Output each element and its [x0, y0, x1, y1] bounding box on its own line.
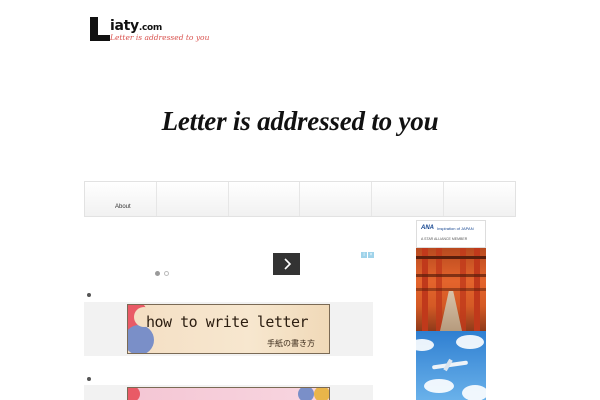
slider-pagination — [155, 271, 169, 276]
sidebar-ad[interactable]: ANA Inspiration of JAPAN A STAR ALLIANCE… — [416, 220, 486, 400]
ad-image-airplane — [416, 331, 486, 400]
nav-item-3[interactable] — [229, 182, 301, 216]
ad-header: ANA Inspiration of JAPAN A STAR ALLIANCE… — [416, 220, 486, 248]
site-title[interactable]: Letter is addressed to you — [0, 106, 600, 137]
slider-next-button[interactable] — [273, 253, 300, 275]
logo-tagline: Letter is addressed to you — [110, 33, 210, 42]
nav-item-2[interactable] — [157, 182, 229, 216]
slider-dot-1[interactable] — [155, 271, 160, 276]
banner-title: how to write letter — [146, 313, 309, 331]
ad-choices-icon[interactable]: i× — [361, 252, 374, 258]
list-bullet — [87, 293, 91, 297]
slider-dot-2[interactable] — [164, 271, 169, 276]
chevron-right-icon — [283, 258, 291, 270]
main-nav: About — [84, 181, 516, 217]
nav-item-4[interactable] — [300, 182, 373, 216]
logo-l-mark — [90, 17, 110, 41]
logo-dotcom: .com — [138, 23, 162, 33]
logo-name: iaty.com — [110, 18, 162, 34]
nav-item-6[interactable] — [444, 182, 515, 216]
site-logo[interactable]: iaty.com Letter is addressed to you — [88, 14, 209, 46]
ad-alliance: A STAR ALLIANCE MEMBER — [421, 237, 468, 241]
ad-brand: ANA — [421, 225, 434, 231]
list-bullet — [87, 377, 91, 381]
post-banner-how-to-write-letter[interactable]: how to write letter 手紙の書き方 — [127, 304, 330, 354]
nav-item-5[interactable] — [372, 182, 445, 216]
banner-subtitle: 手紙の書き方 — [267, 339, 315, 348]
post-banner-2[interactable] — [127, 387, 330, 400]
nav-item-about[interactable]: About — [85, 182, 157, 216]
nav-item-label: About — [115, 204, 131, 210]
ad-image-torii-gates — [416, 248, 486, 331]
ad-tagline: Inspiration of JAPAN — [437, 226, 474, 231]
